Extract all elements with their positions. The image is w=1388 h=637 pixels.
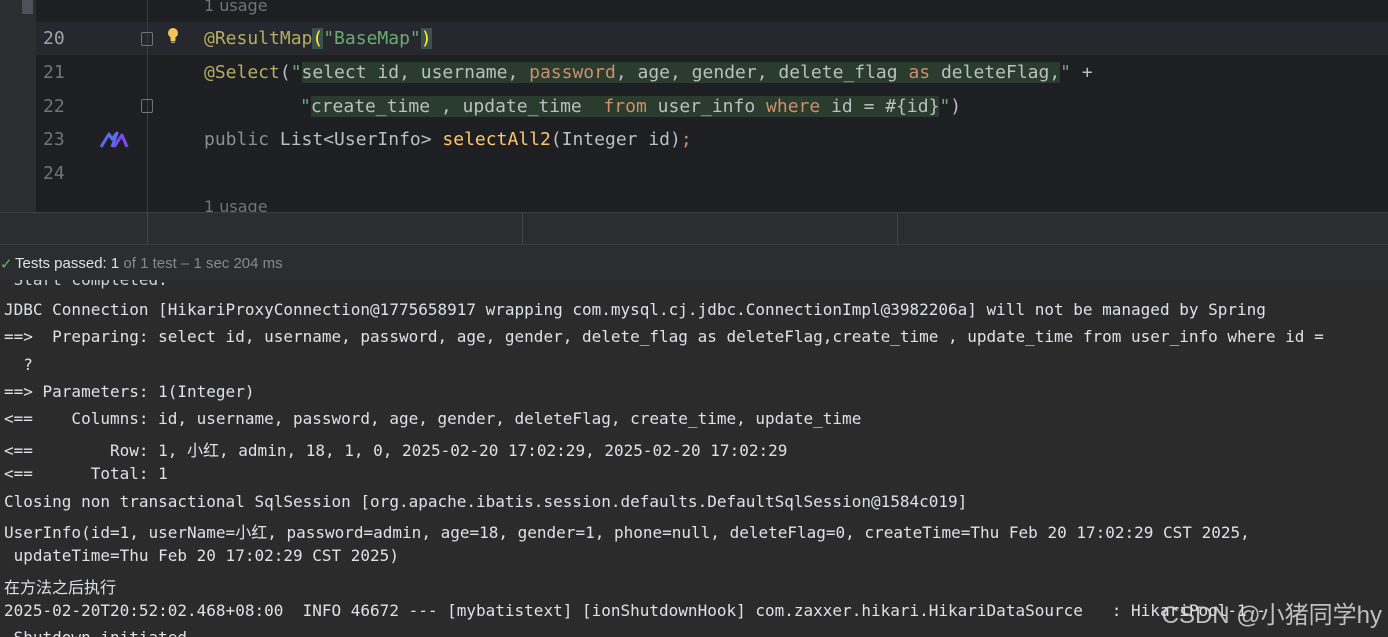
code-editor[interactable]: 1 usage 20 21 22 23 24 @ResultMap("BaseM…	[0, 0, 1388, 212]
annotation-resultmap: @ResultMap	[204, 28, 313, 49]
splitter-divider	[897, 213, 898, 244]
sql-keyword: as	[908, 62, 931, 83]
splitter-divider	[147, 213, 148, 244]
test-status-text: Tests passed: 1 of 1 test – 1 sec 204 ms	[15, 255, 283, 272]
quote: "	[939, 96, 951, 117]
scroll-marker	[22, 0, 33, 14]
status-label: Tests passed:	[15, 255, 111, 272]
splitter-divider	[522, 213, 523, 244]
code-line-21[interactable]: @Select("select id, username, password, …	[204, 62, 1093, 83]
test-status-bar: ✓ Tests passed: 1 of 1 test – 1 sec 204 …	[0, 246, 1388, 280]
code-line-20[interactable]: @ResultMap("BaseMap")	[204, 28, 432, 49]
console-line: updateTime=Thu Feb 20 17:02:29 CST 2025)	[4, 546, 399, 565]
console-line: JDBC Connection [HikariProxyConnection@1…	[4, 300, 1266, 319]
console-line: ?	[4, 355, 33, 374]
console-line: Shutdown initiated...	[4, 628, 216, 637]
sql-keyword: from	[603, 96, 647, 117]
concat-operator: +	[1071, 62, 1093, 83]
line-number: 23	[43, 129, 65, 150]
check-icon: ✓	[0, 256, 13, 273]
mybatis-navigate-icon[interactable]	[100, 131, 130, 149]
console-line: <== Total: 1	[4, 464, 168, 483]
watermark: CSDN @小猪同学hy	[1161, 602, 1382, 629]
sql-keyword: password	[529, 62, 616, 83]
sql-fragment: user_info	[646, 96, 767, 117]
status-detail: of 1 test – 1 sec 204 ms	[119, 255, 283, 272]
lightbulb-icon[interactable]	[167, 27, 179, 43]
console-line: <== Row: 1, 小红, admin, 18, 1, 0, 2025-02…	[4, 441, 788, 460]
line-number: 20	[43, 28, 65, 49]
run-console[interactable]: Start completed. JDBC Connection [Hikari…	[0, 268, 1388, 637]
string-literal: "BaseMap"	[323, 28, 421, 49]
fold-start-icon[interactable]	[141, 32, 153, 46]
sql-fragment: id = #{id}	[820, 96, 940, 117]
usage-hint[interactable]: 1 usage	[204, 197, 268, 212]
paren-close: )	[420, 28, 432, 49]
sql-fragment: deleteFlag,	[930, 62, 1061, 83]
semicolon: ;	[680, 129, 692, 150]
code-line-22[interactable]: "create_time , update_time from user_inf…	[300, 96, 961, 117]
console-line: Closing non transactional SqlSession [or…	[4, 492, 968, 511]
return-type: List<UserInfo>	[269, 129, 443, 150]
code-line-23[interactable]: public List<UserInfo> selectAll2(Integer…	[204, 129, 692, 150]
method-params: (Integer id)	[550, 129, 681, 150]
console-line: UserInfo(id=1, userName=小红, password=adm…	[4, 523, 1250, 542]
quote: "	[300, 96, 311, 117]
quote: "	[1060, 62, 1072, 83]
passed-count: 1	[110, 255, 120, 272]
method-name[interactable]: selectAll2	[442, 129, 550, 150]
paren: (	[279, 62, 291, 83]
annotation-select: @Select	[204, 62, 280, 83]
console-line: ==> Preparing: select id, username, pass…	[4, 327, 1324, 346]
console-line: 在方法之后执行	[4, 578, 117, 597]
console-line: ==> Parameters: 1(Integer)	[4, 382, 255, 401]
fold-end-icon[interactable]	[141, 99, 153, 113]
line-number: 21	[43, 62, 65, 83]
sql-keyword: where	[766, 96, 821, 117]
quote: "	[290, 62, 302, 83]
line-number: 22	[43, 96, 65, 117]
editor-left-strip	[0, 0, 36, 212]
console-line: 2025-02-20T20:52:02.468+08:00 INFO 46672…	[4, 601, 1266, 620]
paren-open: (	[312, 28, 324, 49]
sql-fragment: , age, gender, delete_flag	[615, 62, 909, 83]
sql-fragment: select id, username,	[301, 62, 530, 83]
usage-hint[interactable]: 1 usage	[204, 0, 268, 15]
console-line: <== Columns: id, username, password, age…	[4, 409, 862, 428]
sql-fragment: create_time , update_time	[310, 96, 604, 117]
line-number: 24	[43, 163, 65, 184]
keyword-public: public	[204, 129, 270, 150]
paren: )	[950, 96, 962, 117]
panel-splitter[interactable]	[0, 212, 1388, 245]
